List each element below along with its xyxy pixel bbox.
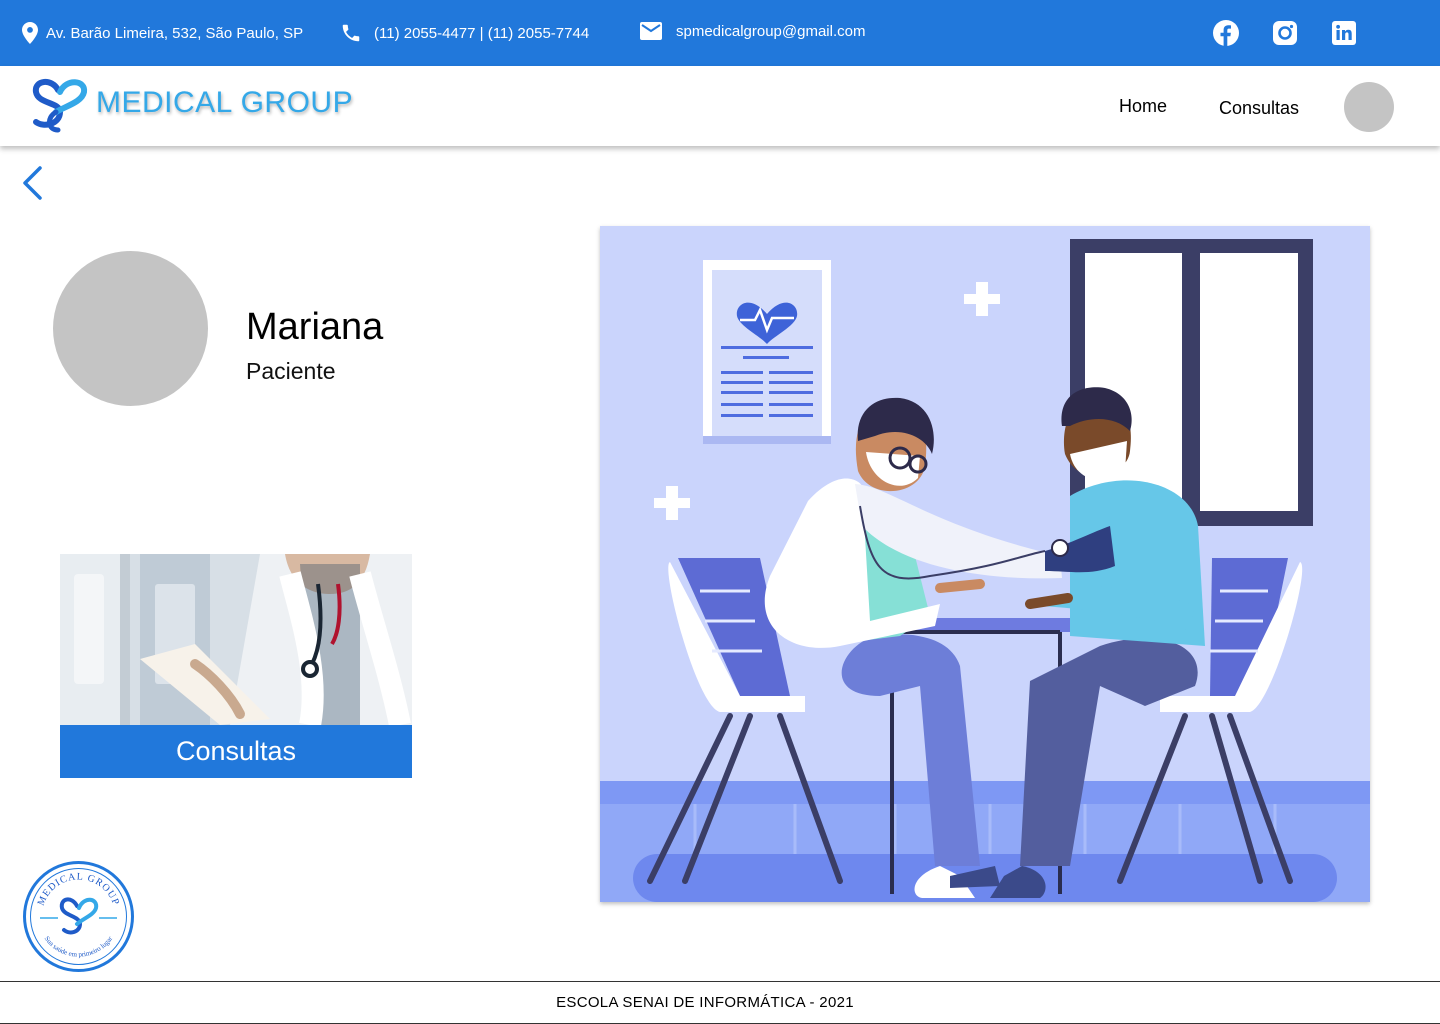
user-avatar[interactable] — [1344, 82, 1394, 132]
instagram-icon[interactable] — [1272, 20, 1298, 46]
phone-info: (11) 2055-4477 | (11) 2055-7744 — [340, 22, 589, 44]
location-pin-icon — [22, 22, 38, 44]
address-info: Av. Barão Limeira, 532, São Paulo, SP — [22, 22, 303, 44]
brand-name[interactable]: MEDICAL GROUP — [96, 86, 353, 120]
profile-avatar — [53, 251, 208, 406]
logo-icon[interactable] — [30, 76, 90, 134]
email-info: spmedicalgroup@gmail.com — [640, 22, 865, 40]
phone-text: (11) 2055-4477 | (11) 2055-7744 — [374, 24, 590, 42]
footer-text: ESCOLA SENAI DE INFORMÁTICA - 2021 — [556, 994, 854, 1011]
phone-icon — [342, 24, 360, 42]
consultas-card-label: Consultas — [60, 725, 412, 778]
facebook-icon[interactable] — [1213, 20, 1239, 46]
nav-home-link[interactable]: Home — [1119, 96, 1167, 117]
mail-icon — [640, 22, 662, 40]
doctor-photo — [60, 554, 412, 725]
profile-name: Mariana — [246, 306, 384, 348]
medical-group-seal: MEDICAL GROUP Sua saúde em primeiro luga… — [23, 861, 134, 972]
back-button[interactable] — [16, 163, 48, 203]
doctor-patient-illustration — [600, 226, 1370, 902]
address-text: Av. Barão Limeira, 532, São Paulo, SP — [46, 24, 304, 42]
main-header: MEDICAL GROUP Home Consultas — [0, 66, 1440, 146]
profile-role: Paciente — [246, 358, 336, 384]
linkedin-icon[interactable] — [1331, 20, 1357, 46]
consultas-card[interactable]: Consultas — [60, 554, 412, 778]
chevron-left-icon — [23, 166, 42, 200]
email-text: spmedicalgroup@gmail.com — [676, 22, 866, 40]
page-footer: ESCOLA SENAI DE INFORMÁTICA - 2021 — [0, 981, 1440, 1024]
top-info-bar: Av. Barão Limeira, 532, São Paulo, SP (1… — [0, 0, 1440, 66]
nav-consultas-link[interactable]: Consultas — [1219, 98, 1299, 119]
